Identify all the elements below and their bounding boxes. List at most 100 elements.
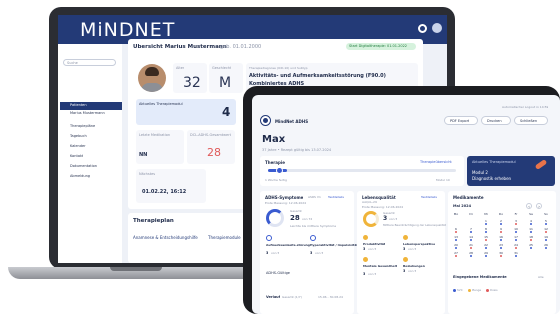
legend-item: Dosis (486, 288, 498, 292)
productivity-icon (363, 235, 368, 240)
calendar-day[interactable]: 9 (498, 227, 504, 233)
calendar-day[interactable]: 1 (483, 219, 489, 225)
calendar-day[interactable] (468, 219, 474, 224)
medication-card: Medikamente Mai 2024 ‹ › Mo Di Mi Do Fr … (448, 191, 556, 314)
calendar-day[interactable]: 23 (498, 243, 504, 249)
calendar-day[interactable]: 19 (543, 235, 549, 241)
adhs-symptoms-card: ADHS-Symptome ASRS V1 Testdetails Erste … (260, 191, 358, 314)
rocket-icon (534, 159, 548, 170)
calendar-day[interactable]: 21 (468, 243, 474, 249)
calendar-day[interactable]: 7 (468, 227, 474, 233)
weekday-label: Di (469, 212, 473, 216)
calendar-day[interactable]: 2 (498, 219, 504, 225)
calendar-day[interactable]: 4 (528, 219, 534, 225)
calendar-day[interactable]: 13 (453, 235, 459, 241)
brand-name: MindNet ADHS (275, 119, 309, 124)
calendar-day[interactable]: 10 (513, 227, 519, 233)
sidebar-item-diary[interactable]: Tagebuch (70, 134, 87, 138)
relationships-icon (403, 257, 408, 262)
pdf-export-button[interactable]: PDF Export (444, 116, 478, 125)
course-date-range[interactable]: 15.06 - 30.08.24 (318, 295, 343, 299)
settings-gear-icon[interactable] (418, 24, 427, 33)
calendar-week-row: 6 7 8 9 10 11 12 (453, 227, 549, 233)
tablet-screen: Automatischer Logout in 14:59 MindNet AD… (252, 95, 560, 314)
current-module-tile: Aktuelles Therapiemodul 4 (136, 99, 236, 125)
life-perspective-icon (403, 235, 408, 240)
calendar-day[interactable]: 29 (483, 251, 489, 257)
sidebar-item-therapy-plans[interactable]: Therapiepläne (70, 124, 95, 128)
mental-health-icon (363, 257, 368, 262)
laptop-notch (110, 267, 162, 271)
legend-item: SVC (453, 288, 463, 292)
calendar-day[interactable]: 16 (498, 235, 504, 241)
calendar-day[interactable]: 30 (498, 251, 504, 257)
calendar-week-row: 13 14 15 16 17 18 19 (453, 235, 549, 241)
patient-dob: geb. 01.01.2000 (220, 44, 262, 50)
patient-photo (138, 64, 166, 92)
current-module-banner[interactable]: Aktuelles Therapiemodul Modul 2 Diagnost… (467, 156, 555, 186)
calendar-day[interactable]: 3 (513, 219, 519, 225)
adhs-test-details-link[interactable]: Testdetails (328, 195, 344, 199)
weekday-label: Sa (529, 212, 533, 216)
attention-icon (266, 235, 272, 241)
patient-name: Max (262, 134, 286, 145)
tab-therapy-modules[interactable]: Therapiemodule (208, 235, 241, 240)
calendar-prev-button[interactable]: ‹ (526, 203, 532, 209)
calendar-day[interactable]: 5 (543, 219, 549, 225)
calendar-day[interactable]: 6 (453, 227, 459, 233)
mindnet-logo: MiNDNET (80, 19, 176, 41)
calendar-day[interactable]: 25 (528, 243, 534, 249)
weekday-label: Mi (484, 212, 488, 216)
page-title: Übersicht Marius Mustermann (133, 44, 227, 50)
calendar-day[interactable]: 12 (543, 227, 549, 233)
calendar-day[interactable]: 17 (513, 235, 519, 241)
therapy-plan-title: Therapieplan (133, 218, 174, 224)
auto-logout-text: Automatischer Logout in 14:59 (502, 105, 549, 109)
sidebar-user-label: Marius Mustermann (70, 111, 105, 115)
course-select[interactable]: Gesamt (1/7) (282, 295, 302, 299)
qol-total-ring (363, 211, 379, 227)
calendar-day (543, 251, 549, 256)
qol-test-details-link[interactable]: Testdetails (421, 195, 437, 199)
calendar-day[interactable]: 14 (468, 235, 474, 241)
gender-tile: Geschlecht M (209, 63, 243, 93)
sidebar-item-documentation[interactable]: Dokumentation (70, 164, 97, 168)
weekday-label: Mo (453, 212, 459, 216)
calendar-day[interactable]: 28 (468, 251, 474, 257)
calendar-day[interactable]: 24 (513, 243, 519, 249)
medication-filter[interactable]: Alle (538, 275, 544, 279)
medication-legend: SVC Menge Dosis (453, 288, 498, 292)
calendar-day[interactable]: 15 (483, 235, 489, 241)
age-tile: Alter 32 (173, 63, 207, 93)
sidebar-item-patients[interactable]: Patienten (60, 102, 122, 110)
calendar-day (528, 251, 534, 256)
calendar-day[interactable]: 20 (453, 243, 459, 249)
therapy-overview-link[interactable]: Therapieübersicht (420, 160, 452, 164)
calendar-day[interactable]: 18 (528, 235, 534, 241)
calendar-day[interactable]: 8 (483, 227, 489, 233)
user-avatar[interactable] (432, 23, 442, 33)
calendar-day[interactable]: 11 (528, 227, 534, 233)
last-medication-tile: Letzte Medikation NN (136, 130, 184, 164)
sidebar-item-calendar[interactable]: Kalender (70, 144, 86, 148)
weekday-label: So (544, 212, 548, 216)
sidebar-item-contact[interactable]: Kontakt (70, 154, 83, 158)
legend-item: Menge (467, 288, 481, 292)
tab-anamnesis[interactable]: Anamnese & Entscheidungshilfe (133, 235, 198, 240)
close-button[interactable]: Schließen (514, 116, 548, 125)
calendar-month: Mai 2024 (453, 204, 472, 208)
patient-meta: 37 Jahre • Rezept gültig bis 13.07.2024 (262, 148, 332, 152)
sidebar-item-logout[interactable]: Abmeldung (70, 174, 90, 178)
scale-score-tile: DCL-ADHS-Gesamtwert 28 (187, 130, 235, 164)
calendar-day[interactable]: 31 (513, 251, 519, 257)
calendar-day[interactable] (453, 219, 459, 224)
print-button[interactable]: Drucken (481, 116, 511, 125)
calendar-day[interactable]: 26 (543, 243, 549, 249)
calendar-week-row: 27 28 29 30 31 (453, 251, 549, 257)
calendar-day[interactable]: 22 (483, 243, 489, 249)
calendar-next-button[interactable]: › (536, 203, 542, 209)
adhs-total-ring (266, 209, 284, 227)
calendar-weekday-header: Mo Di Mi Do Fr Sa So (453, 212, 549, 217)
search-input[interactable]: Suche (63, 59, 116, 66)
calendar-day[interactable]: 27 (453, 251, 459, 257)
